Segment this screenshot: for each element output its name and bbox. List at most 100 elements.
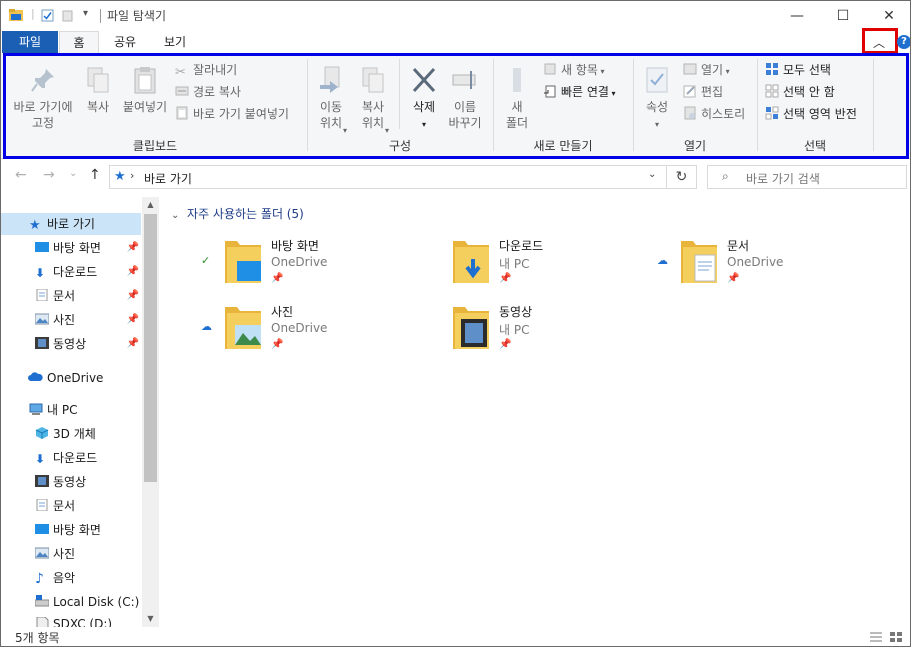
back-arrow-icon[interactable]: ← — [15, 167, 27, 183]
picture-icon — [35, 547, 49, 559]
video-icon — [35, 337, 49, 349]
search-box[interactable]: ⌕ 바로 가기 검색 — [707, 165, 907, 189]
folder-location: OneDrive — [727, 255, 784, 269]
address-text[interactable]: 바로 가기 — [144, 170, 192, 187]
chevron-up-icon: ︿ — [873, 36, 886, 50]
recent-locations-icon[interactable]: ⌄ — [69, 168, 77, 179]
forward-arrow-icon[interactable]: → — [43, 167, 55, 183]
folder-location: 내 PC — [499, 257, 530, 271]
folder-location: OneDrive — [271, 321, 328, 335]
refresh-button[interactable]: ↻ — [667, 165, 697, 189]
scroll-down-arrow-icon[interactable]: ▼ — [142, 611, 159, 627]
tab-home[interactable]: 홈 — [59, 31, 99, 53]
pin-icon: 📌 — [271, 273, 284, 284]
synced-check-icon: ✓ — [201, 254, 211, 267]
large-icons-view-icon[interactable] — [889, 631, 903, 643]
folder-tile-videos[interactable]: 동영상 내 PC 📌 — [429, 301, 649, 361]
scroll-up-arrow-icon[interactable]: ▲ — [142, 197, 159, 213]
properties-quick-icon[interactable] — [41, 9, 54, 22]
sidebar-item-label: 바탕 화면 — [53, 523, 101, 537]
download-arrow-icon: ⬇ — [35, 266, 46, 280]
video-icon — [35, 475, 49, 487]
explorer-app-icon[interactable] — [9, 9, 23, 22]
maximize-button[interactable]: ☐ — [820, 1, 866, 31]
sidebar-item-label: OneDrive — [47, 371, 104, 385]
up-arrow-icon[interactable]: ↑ — [89, 167, 101, 183]
status-bar: 5개 항목 — [1, 627, 910, 646]
star-icon: ★ — [29, 218, 41, 233]
title-bar: | ▾ 파일 탐색기 — ☐ ✕ — [1, 1, 910, 31]
search-icon: ⌕ — [722, 169, 729, 183]
sidebar-item-sdxc[interactable]: SDXC (D:) — [1, 613, 141, 627]
picture-icon — [35, 313, 49, 325]
folder-documents-icon — [681, 241, 717, 283]
tab-share[interactable]: 공유 — [105, 31, 145, 53]
pin-icon: 📌 — [271, 339, 284, 350]
sidebar-item-videos[interactable]: 동영상 📌 — [1, 333, 141, 355]
sidebar-item-pc-documents[interactable]: 문서 — [1, 495, 141, 517]
sidebar-item-label: 동영상 — [53, 337, 87, 351]
sidebar-item-onedrive[interactable]: OneDrive — [1, 367, 141, 389]
sidebar-item-label: SDXC (D:) — [53, 617, 113, 627]
minimize-button[interactable]: — — [774, 1, 820, 31]
sidebar-item-documents[interactable]: 문서 📌 — [1, 285, 141, 307]
breadcrumb-separator-icon[interactable]: › — [130, 169, 134, 182]
sidebar-item-label: 문서 — [53, 499, 76, 513]
folder-tile-documents[interactable]: ☁ 문서 OneDrive 📌 — [657, 235, 877, 295]
sidebar-item-label: 바로 가기 — [47, 217, 95, 231]
sidebar-item-label: 3D 개체 — [53, 427, 96, 441]
section-title: 자주 사용하는 폴더 (5) — [187, 207, 304, 221]
sidebar-item-label: 다운로드 — [53, 451, 98, 465]
sidebar-item-music[interactable]: ♪ 음악 — [1, 567, 141, 589]
sidebar-item-quick-access[interactable]: ★ 바로 가기 — [1, 213, 141, 235]
sidebar-item-3d-objects[interactable]: 3D 개체 — [1, 423, 141, 445]
sidebar-item-pc-desktop[interactable]: 바탕 화면 — [1, 519, 141, 541]
sidebar-scroll-thumb[interactable] — [144, 214, 157, 482]
quick-access-separator: | — [31, 7, 35, 20]
folder-downloads-icon — [453, 241, 489, 283]
address-dropdown-icon[interactable]: ⌄ — [648, 169, 656, 180]
ribbon-tab-bar: 파일 홈 공유 보기 — [1, 31, 910, 53]
pin-icon: 📌 — [126, 338, 139, 349]
folder-location: OneDrive — [271, 255, 328, 269]
sidebar-item-label: 바탕 화면 — [53, 241, 101, 255]
sidebar-item-desktop[interactable]: 바탕 화면 📌 — [1, 237, 141, 259]
sidebar-item-pc-pictures[interactable]: 사진 — [1, 543, 141, 565]
title-separator — [100, 9, 101, 23]
close-button[interactable]: ✕ — [866, 1, 910, 31]
explorer-window: | ▾ 파일 탐색기 — ☐ ✕ 파일 홈 공유 보기 ︿ ? 바로 가기에 고… — [0, 0, 911, 647]
sidebar-item-pc-videos[interactable]: 동영상 — [1, 471, 141, 493]
pin-icon: 📌 — [126, 266, 139, 277]
sidebar-item-this-pc[interactable]: 내 PC — [1, 399, 141, 421]
minimize-ribbon-button[interactable]: ︿ — [862, 28, 898, 54]
folder-pictures-icon — [225, 307, 261, 349]
pin-icon: 📌 — [126, 290, 139, 301]
tab-file[interactable]: 파일 — [2, 31, 58, 53]
sidebar-item-pictures[interactable]: 사진 📌 — [1, 309, 141, 331]
customize-quick-access-icon[interactable]: ▾ — [83, 8, 88, 19]
sidebar-item-label: 사진 — [53, 313, 76, 327]
folder-tile-downloads[interactable]: 다운로드 내 PC 📌 — [429, 235, 649, 295]
pin-icon: 📌 — [126, 314, 139, 325]
folder-tile-pictures[interactable]: ☁ 사진 OneDrive 📌 — [201, 301, 421, 361]
help-icon[interactable]: ? — [897, 35, 910, 49]
new-folder-quick-icon[interactable] — [62, 9, 73, 22]
folder-name: 다운로드 — [499, 239, 544, 253]
sidebar-item-local-disk[interactable]: Local Disk (C:) — [1, 591, 141, 613]
sidebar-item-downloads[interactable]: ⬇ 다운로드 📌 — [1, 261, 141, 283]
search-placeholder: 바로 가기 검색 — [746, 172, 820, 186]
download-arrow-icon: ⬇ — [35, 452, 46, 466]
folder-name: 바탕 화면 — [271, 239, 319, 253]
tab-view[interactable]: 보기 — [155, 31, 195, 53]
sidebar-item-pc-downloads[interactable]: ⬇ 다운로드 — [1, 447, 141, 469]
sidebar-item-label: Local Disk (C:) — [53, 595, 140, 609]
folder-desktop-icon — [225, 241, 261, 283]
chevron-down-icon: ⌄ — [171, 210, 180, 221]
navigation-bar: ← → ⌄ ↑ ★ › 바로 가기 ⌄ ↻ ⌕ 바로 가기 검색 — [1, 159, 910, 193]
sidebar-item-label: 문서 — [53, 289, 76, 303]
item-count: 5개 항목 — [15, 631, 60, 645]
details-view-icon[interactable] — [869, 631, 883, 643]
frequent-folders-header[interactable]: ⌄ 자주 사용하는 폴더 (5) — [171, 205, 304, 222]
address-bar[interactable]: ★ › 바로 가기 ⌄ — [109, 165, 667, 189]
folder-tile-desktop[interactable]: ✓ 바탕 화면 OneDrive 📌 — [201, 235, 421, 295]
